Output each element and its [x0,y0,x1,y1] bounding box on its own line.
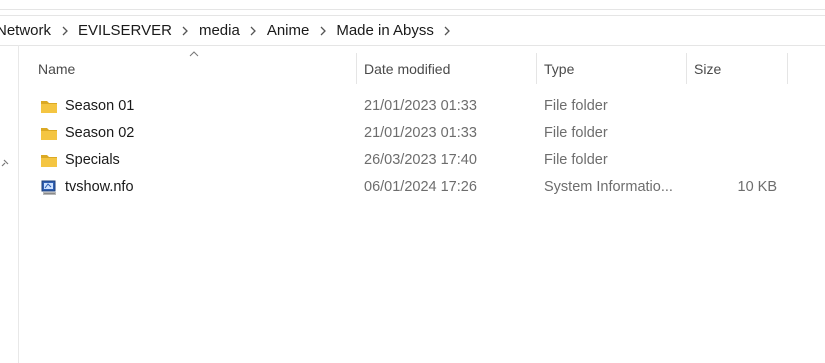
breadcrumb-item-media[interactable]: media [199,22,240,39]
chevron-right-icon[interactable] [434,26,461,36]
file-name: Season 01 [65,98,135,114]
file-size: 10 KB [737,179,778,195]
file-date-modified: 21/01/2023 01:33 [364,125,477,141]
toolbar-strip [0,0,825,10]
pin-icon[interactable] [1,159,9,167]
address-bar[interactable]: Network EVILSERVER media Anime Made in A… [0,15,825,46]
column-divider[interactable] [536,53,537,84]
file-name: tvshow.nfo [65,179,134,195]
column-header: Name Date modified Type Size [18,50,808,87]
column-header-name[interactable]: Name [38,50,75,87]
folder-icon [41,101,57,113]
file-row-specials[interactable]: Specials 26/03/2023 17:40 File folder [36,148,796,174]
breadcrumb-item-anime[interactable]: Anime [267,22,310,39]
system-info-file-icon [41,180,56,195]
navigation-pane [0,45,19,363]
chevron-right-icon[interactable] [172,26,199,36]
file-row-season-01[interactable]: Season 01 21/01/2023 01:33 File folder [36,94,796,120]
file-date-modified: 21/01/2023 01:33 [364,98,477,114]
file-name: Specials [65,152,120,168]
breadcrumb-item-evilserver[interactable]: EVILSERVER [78,22,172,39]
file-date-modified: 26/03/2023 17:40 [364,152,477,168]
file-date-modified: 06/01/2024 17:26 [364,179,477,195]
chevron-right-icon[interactable] [51,26,78,36]
column-divider[interactable] [787,53,788,84]
file-row-tvshow-nfo[interactable]: tvshow.nfo 06/01/2024 17:26 System Infor… [36,175,796,201]
column-header-size[interactable]: Size [694,50,721,87]
column-header-type[interactable]: Type [544,50,574,87]
breadcrumb-item-made-in-abyss[interactable]: Made in Abyss [336,22,434,39]
column-header-date-modified[interactable]: Date modified [364,50,450,87]
file-type: System Informatio... [544,179,673,195]
chevron-right-icon[interactable] [309,26,336,36]
chevron-right-icon[interactable] [240,26,267,36]
breadcrumb-item-network[interactable]: Network [0,22,51,39]
column-divider[interactable] [686,53,687,84]
breadcrumb: Network EVILSERVER media Anime Made in A… [0,22,461,39]
file-type: File folder [544,98,608,114]
file-type: File folder [544,125,608,141]
file-type: File folder [544,152,608,168]
file-row-season-02[interactable]: Season 02 21/01/2023 01:33 File folder [36,121,796,147]
folder-icon [41,155,57,167]
file-name: Season 02 [65,125,135,141]
column-divider[interactable] [356,53,357,84]
folder-icon [41,128,57,140]
